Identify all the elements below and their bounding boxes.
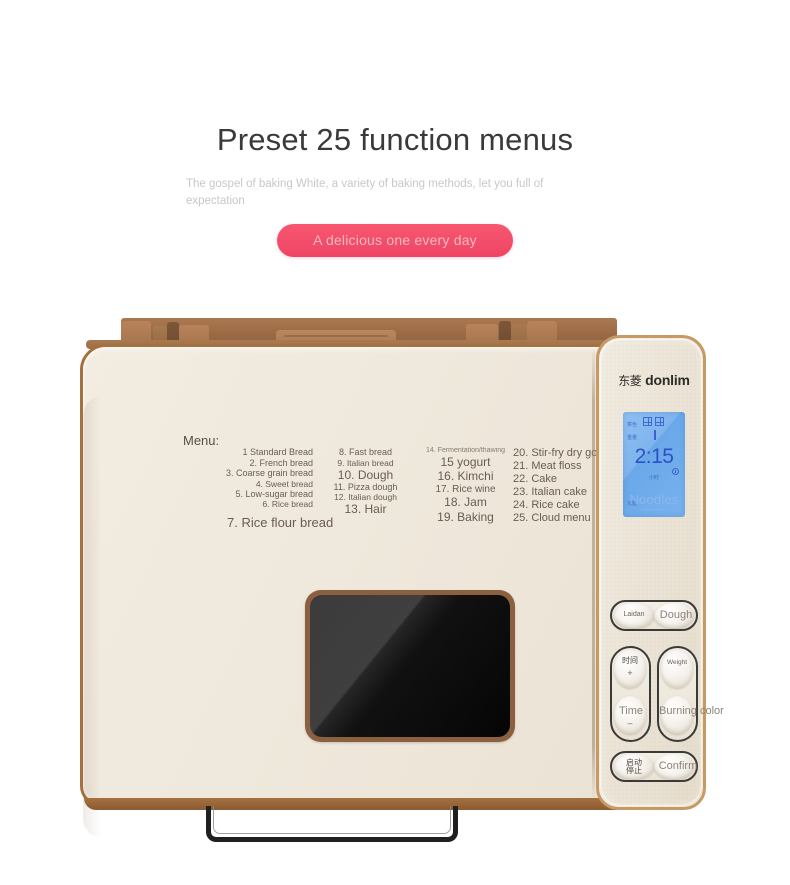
lcd-time-value: 2:15	[634, 445, 674, 468]
time-label-cn: 时间	[622, 656, 638, 665]
menu-list: Menu: 1 Standard Bread 2. French bread 3…	[183, 433, 615, 533]
menu-item: 3. Coarse grain bread	[225, 468, 313, 479]
lcd-segment-box	[655, 417, 664, 426]
menu-item: 18. Jam	[444, 495, 487, 510]
page-root: Preset 25 function menus The gospel of b…	[0, 0, 790, 885]
menu-item: 6. Rice bread	[262, 499, 313, 510]
lcd-display: 菜色 重量 功能 2:15 小时 Noodles —————	[623, 412, 685, 517]
menu-item: 12. Italian dough	[334, 492, 397, 503]
panel-seam	[592, 348, 595, 800]
lcd-crust-level-icon	[643, 417, 664, 426]
lcd-label-crust: 菜色	[627, 422, 638, 428]
status-badge: A delicious one every day	[277, 224, 513, 257]
menu-item: 4. Sweet bread	[255, 478, 313, 489]
burning-color-label: Burning color	[659, 705, 724, 717]
clock-icon	[672, 468, 679, 475]
machine-stand	[206, 806, 458, 842]
viewing-window	[305, 590, 515, 742]
lcd-segment-box	[643, 417, 652, 426]
lcd-time-unit: 小时	[648, 475, 659, 481]
menu-item: 2. French bread	[249, 457, 313, 468]
menu-item: 11. Pizza dough	[333, 481, 398, 492]
page-title: Preset 25 function menus	[216, 122, 574, 157]
menu-select-label-cn: Laidan	[623, 611, 645, 618]
lcd-mode-value: Noodles	[629, 492, 679, 507]
menu-item: 1 Standard Bread	[242, 447, 313, 457]
viewing-window-glass	[310, 595, 510, 737]
menu-heading: Menu:	[183, 433, 220, 448]
menu-column-3: 14. Fermentation/thawing 15 yogurt 16. K…	[418, 447, 513, 524]
menu-select-label-en: Dough	[659, 609, 693, 621]
time-label-en: Time	[618, 705, 644, 717]
menu-column-2: 8. Fast bread 9. Italian bread 10. Dough…	[313, 447, 418, 517]
hero-badge-container: A delicious one every day	[0, 224, 790, 257]
menu-item: 10. Dough	[337, 467, 394, 482]
lcd-label-weight: 重量	[627, 435, 638, 441]
brand-logo: 东菱 donlim	[599, 372, 709, 389]
weight-label: Weight	[666, 659, 688, 666]
time-button-group[interactable]: 时间 + Time –	[610, 646, 651, 742]
control-panel: 东菱 donlim 菜色 重量 功能 2:15 小时 Noodles —————	[596, 335, 724, 810]
confirm-label: Confirm	[658, 760, 698, 772]
menu-item: 15 yogurt	[440, 455, 491, 470]
time-plus-sign: +	[627, 668, 633, 678]
menu-item: 5. Low-sugar bread	[235, 488, 313, 499]
time-minus-sign: –	[627, 718, 633, 728]
weight-knob[interactable]	[661, 650, 693, 688]
weight-burning-button-group[interactable]: Weight Burning color	[657, 646, 724, 742]
bread-maker-product-image: Menu: 1 Standard Bread 2. French bread 3…	[66, 300, 724, 842]
brand-logo-en: donlim	[645, 372, 690, 388]
brand-logo-cn: 东菱	[618, 374, 642, 388]
menu-item: 14. Fermentation/thawing	[426, 447, 505, 454]
menu-select-button[interactable]: Laidan Dough	[610, 600, 698, 631]
start-stop-label-cn: 启动 停止	[626, 758, 642, 776]
machine-body: Menu: 1 Standard Bread 2. French bread 3…	[80, 344, 642, 837]
lcd-weight-indicator-icon	[654, 430, 656, 440]
start-stop-button[interactable]: 启动 停止 Confirm	[610, 751, 698, 782]
menu-column-1: 1 Standard Bread 2. French bread 3. Coar…	[183, 447, 313, 509]
menu-item: 17. Rice wine	[435, 483, 496, 495]
menu-item: 7. Rice flour bread	[227, 515, 334, 530]
menu-item: 8. Fast bread	[338, 447, 393, 457]
menu-item: 16. Kimchi	[437, 469, 494, 484]
menu-item: 9. Italian bread	[337, 457, 394, 468]
menu-item: 19. Baking	[437, 509, 494, 524]
page-subtitle: The gospel of baking White, a variety of…	[186, 178, 544, 207]
lcd-mode-subtext: —————	[642, 507, 666, 512]
